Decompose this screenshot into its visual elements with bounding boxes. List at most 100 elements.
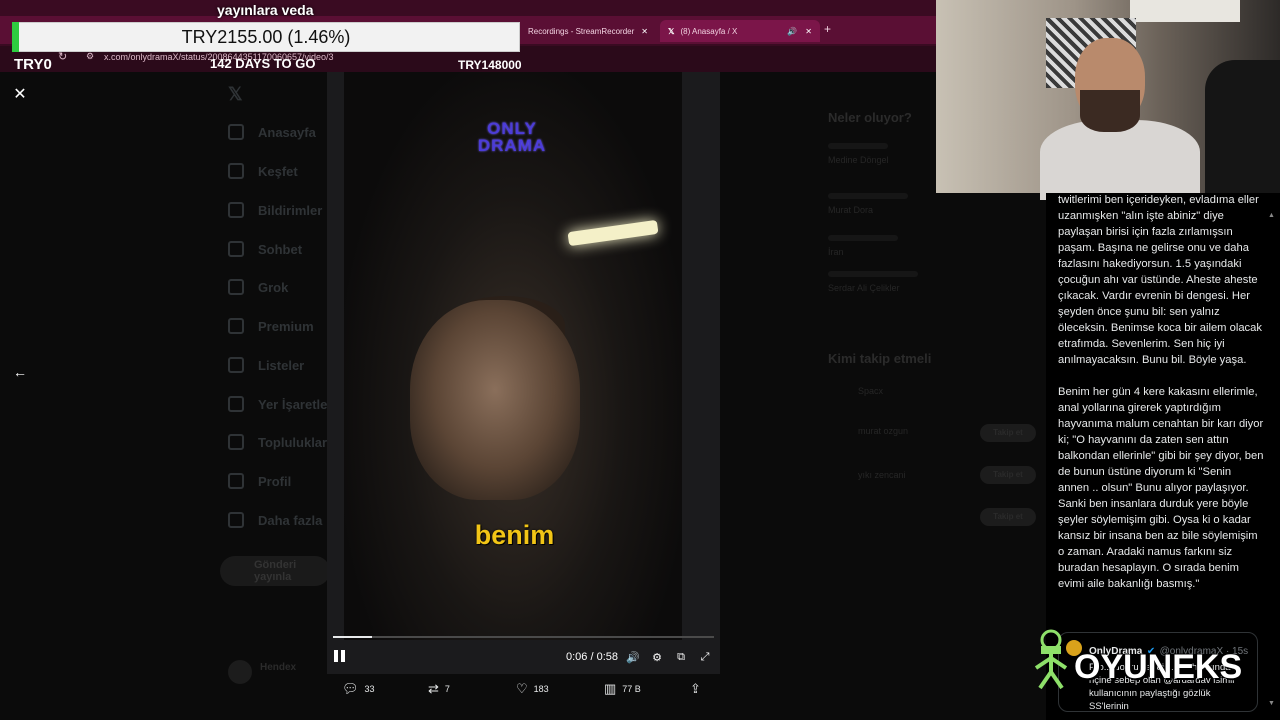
list-icon bbox=[228, 357, 244, 373]
scrollbar-down[interactable]: ▼ bbox=[1268, 700, 1275, 707]
tab-label: (8) Anasayfa / X bbox=[680, 26, 738, 36]
view-count: 77 B bbox=[622, 684, 641, 694]
heart-icon: ♡ bbox=[516, 681, 528, 696]
sidebar-item-label: Keşfet bbox=[258, 163, 298, 179]
sidebar-item-lists[interactable]: Listeler bbox=[228, 357, 304, 373]
video-caption: benim bbox=[474, 520, 555, 550]
sidebar-item-communities[interactable]: Topluluklar bbox=[228, 434, 327, 450]
like-button[interactable]: ♡ 183 bbox=[516, 681, 549, 697]
grok-icon bbox=[228, 279, 244, 295]
video-progress-track[interactable] bbox=[333, 636, 714, 638]
sidebar-item-label: Listeler bbox=[258, 357, 305, 373]
arrow-left-icon: ← bbox=[13, 364, 27, 380]
pause-button[interactable] bbox=[334, 650, 348, 664]
sidebar-item-label: Bildirimler bbox=[258, 202, 323, 218]
sidebar-item-explore[interactable]: Keşfet bbox=[228, 163, 298, 179]
close-icon[interactable]: ✕ bbox=[641, 27, 648, 36]
x-logo-icon: 𝕏 bbox=[668, 26, 675, 36]
reply-count: 33 bbox=[364, 684, 375, 694]
sidebar-item-label: Premium bbox=[258, 318, 314, 334]
bar-chart-icon: ▥ bbox=[604, 681, 617, 696]
volume-icon[interactable]: 🔊 bbox=[626, 650, 640, 664]
sidebar-item-label: Topluluklar bbox=[258, 434, 328, 450]
trend-item[interactable]: İran bbox=[828, 247, 1038, 257]
video-progress-fill bbox=[333, 636, 373, 638]
repost-icon: ⇄ bbox=[428, 681, 439, 696]
share-button[interactable]: ⇪ bbox=[690, 681, 701, 697]
site-info-icon[interactable]: ⚙ bbox=[86, 51, 94, 62]
video-time: 0:06 / 0:58 bbox=[566, 651, 618, 663]
follow-label: Takip et bbox=[993, 512, 1023, 521]
follow-button[interactable]: Takip et bbox=[980, 508, 1036, 526]
follow-button[interactable]: Takip et bbox=[980, 466, 1036, 484]
tab-label: Recordings - StreamRecorder bbox=[528, 26, 635, 36]
trend-meta bbox=[828, 143, 888, 149]
settings-icon[interactable]: ⚙ bbox=[650, 650, 664, 664]
post-button[interactable]: Gönderi yayınla bbox=[220, 556, 330, 586]
sidebar-item-label: Yer İşaretleri bbox=[258, 396, 337, 412]
user-name: Hendex bbox=[260, 662, 297, 673]
sidebar-item-more[interactable]: Daha fazla bbox=[228, 512, 322, 528]
bell-icon bbox=[228, 202, 244, 218]
pause-icon-bar bbox=[334, 650, 338, 662]
oyuneks-logo: OYUNEKS bbox=[1074, 648, 1243, 686]
reply-button[interactable]: 💬︎ 33 bbox=[342, 681, 375, 697]
reply-icon: 💬︎ bbox=[342, 681, 359, 696]
search-icon bbox=[228, 163, 244, 179]
people-icon bbox=[228, 434, 244, 450]
sidebar-item-label: Grok bbox=[258, 279, 289, 295]
trend-item[interactable]: Serdar Ali Çelikler bbox=[828, 283, 1038, 293]
follow-button[interactable]: Takip et bbox=[980, 424, 1036, 442]
goal-days: 142 DAYS TO GO bbox=[210, 56, 316, 71]
video-subject-face bbox=[410, 300, 580, 500]
repost-count: 7 bbox=[444, 684, 450, 694]
sidebar-item-home[interactable]: Anasayfa bbox=[228, 124, 316, 140]
avatar[interactable] bbox=[228, 660, 252, 684]
tab-x-home[interactable]: 𝕏 (8) Anasayfa / X 🔊 ✕ bbox=[660, 20, 820, 42]
new-tab-button[interactable]: + bbox=[824, 22, 831, 36]
logo-line: DRAMA bbox=[477, 136, 547, 155]
scrollbar[interactable]: ▲ bbox=[1268, 212, 1275, 219]
mail-icon bbox=[228, 241, 244, 257]
picture-in-picture-icon[interactable]: ⧉ bbox=[674, 650, 688, 664]
repost-button[interactable]: ⇄ 7 bbox=[428, 681, 450, 697]
follow-label: Takip et bbox=[993, 470, 1023, 479]
tab-recordings[interactable]: Recordings - StreamRecorder ✕ bbox=[520, 20, 656, 42]
sidebar-item-premium[interactable]: Premium bbox=[228, 318, 314, 334]
profile-icon bbox=[228, 473, 244, 489]
trend-item[interactable]: Murat Dora bbox=[828, 205, 1038, 215]
trend-meta bbox=[828, 193, 908, 199]
sidebar-item-label: Anasayfa bbox=[258, 124, 316, 140]
stream-title: yayınlara veda bbox=[217, 2, 314, 18]
sidebar-item-label: Sohbet bbox=[258, 241, 303, 257]
close-modal-button[interactable]: ✕ bbox=[10, 84, 30, 104]
bookmark-icon bbox=[228, 396, 244, 412]
pause-icon-bar bbox=[341, 650, 345, 662]
webcam-cabinet bbox=[1130, 0, 1240, 22]
webcam-streamer-beard bbox=[1080, 90, 1140, 132]
fullscreen-icon[interactable]: ⤢ bbox=[698, 650, 712, 664]
oyuneks-mascot-icon bbox=[1034, 629, 1068, 690]
logo-line: ONLY bbox=[487, 119, 537, 138]
tweet-text: twitlerimi ben içerideyken, evladıma ell… bbox=[1058, 194, 1264, 590]
goal-amount: TRY2155.00 (1.46%) bbox=[181, 26, 351, 47]
x-premium-icon bbox=[228, 318, 244, 334]
more-icon bbox=[228, 512, 244, 528]
sidebar-item-bookmarks[interactable]: Yer İşaretleri bbox=[228, 396, 336, 412]
goal-target: TRY148000 bbox=[458, 58, 522, 72]
webcam-chair bbox=[1205, 60, 1280, 200]
webcam-streamer-body bbox=[1040, 120, 1200, 200]
close-icon[interactable]: ✕ bbox=[805, 27, 812, 36]
trend-meta bbox=[828, 271, 918, 277]
sidebar-item-grok[interactable]: Grok bbox=[228, 279, 288, 295]
goal-start: TRY0 bbox=[14, 56, 52, 73]
follow-suggestion[interactable]: Spacx bbox=[858, 386, 1038, 396]
x-logo-icon: 𝕏 bbox=[228, 84, 243, 104]
sidebar-item-profile[interactable]: Profil bbox=[228, 473, 291, 489]
sidebar-item-label: Daha fazla bbox=[258, 512, 323, 528]
speaker-icon[interactable]: 🔊 bbox=[787, 27, 797, 36]
previous-media-button[interactable]: ← bbox=[10, 362, 30, 382]
views-button[interactable]: ▥ 77 B bbox=[604, 681, 641, 697]
sidebar-item-chat[interactable]: Sohbet bbox=[228, 241, 302, 257]
sidebar-item-notifications[interactable]: Bildirimler bbox=[228, 202, 322, 218]
